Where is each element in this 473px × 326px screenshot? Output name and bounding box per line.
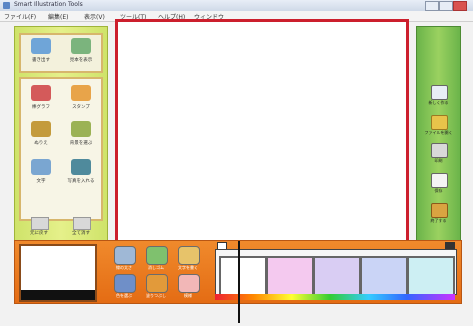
tool-group-main: 棒グラフ スタンプ ぬりえ 背景を選ぶ 文字 写真を入れる bbox=[19, 77, 103, 221]
tool-label: 棒グラフ bbox=[32, 105, 50, 110]
menu-item-edit[interactable]: 編集(E) bbox=[48, 12, 68, 21]
undo-button[interactable]: 元に戻す bbox=[25, 217, 53, 239]
right-action-panel: 新しく作る ファイルを開く 印刷 保存 終了する bbox=[416, 26, 461, 242]
close-button[interactable] bbox=[453, 1, 467, 11]
color-tool-button[interactable]: 色を選ぶ bbox=[111, 274, 137, 300]
printer-icon bbox=[431, 143, 448, 158]
tool-button-6[interactable]: 背景を選ぶ bbox=[62, 119, 100, 151]
print-button[interactable]: 印刷 bbox=[421, 143, 456, 167]
people-icon bbox=[71, 85, 91, 101]
thumbnail-cyan[interactable] bbox=[407, 256, 455, 297]
pen-icon bbox=[114, 246, 136, 265]
pen-tool-button[interactable]: 線の太さ bbox=[111, 246, 137, 272]
save-label: 保存 bbox=[434, 188, 443, 193]
menu-item-view[interactable]: 表示(V) bbox=[84, 12, 105, 21]
clear-icon bbox=[73, 217, 91, 230]
fill-tool-button[interactable]: 塗りつぶし bbox=[143, 274, 169, 300]
tool-label: 文字を書く bbox=[178, 265, 198, 270]
face-icon bbox=[178, 246, 200, 265]
undo-icon bbox=[31, 217, 49, 230]
print-label: 印刷 bbox=[434, 158, 443, 163]
tool-label: 線の太さ bbox=[116, 265, 132, 270]
maximize-button[interactable] bbox=[439, 1, 453, 11]
door-icon bbox=[431, 203, 448, 218]
background-thumbnail-strip bbox=[215, 249, 457, 297]
thumbnail-pink[interactable] bbox=[266, 256, 314, 297]
tool-button-5[interactable]: ぬりえ bbox=[22, 119, 60, 151]
tool-label: 消しゴム bbox=[148, 265, 164, 270]
tool-label: ぬりえ bbox=[34, 141, 48, 146]
color-spectrum-bar[interactable] bbox=[215, 294, 455, 300]
pattern-tool-button[interactable]: 模様 bbox=[175, 274, 201, 300]
minimize-button[interactable] bbox=[425, 1, 439, 11]
preview-pane bbox=[19, 244, 97, 302]
mouse-pointer-line bbox=[238, 241, 240, 323]
exit-label: 終了する bbox=[430, 218, 447, 223]
exit-button[interactable]: 終了する bbox=[421, 203, 456, 227]
thumbnail-white[interactable] bbox=[219, 256, 267, 297]
tool-button-3[interactable]: 棒グラフ bbox=[22, 83, 60, 115]
tool-label: 色を選ぶ bbox=[116, 293, 132, 298]
figure-icon bbox=[71, 121, 91, 137]
tool-label: 書き出す bbox=[32, 58, 50, 63]
brush-icon bbox=[31, 121, 51, 137]
tool-label: 写真を入れる bbox=[67, 179, 95, 184]
tool-group-top: 書き出す 見本を表示 bbox=[19, 33, 103, 73]
new-button[interactable]: 新しく作る bbox=[421, 85, 456, 109]
monitor-icon bbox=[431, 85, 448, 100]
window-title: Smart Illustration Tools bbox=[14, 1, 83, 8]
thumbnail-lilac[interactable] bbox=[313, 256, 361, 297]
undo-label: 元に戻す bbox=[30, 231, 48, 236]
clear-button[interactable]: 全て消す bbox=[67, 217, 95, 239]
tool-label: 塗りつぶし bbox=[145, 293, 167, 298]
menu-item-file[interactable]: ファイル(F) bbox=[4, 12, 36, 21]
thumbnail-blue[interactable] bbox=[360, 256, 408, 297]
new-label: 新しく作る bbox=[428, 100, 449, 105]
picture-icon bbox=[31, 38, 51, 54]
bars-icon bbox=[31, 85, 51, 101]
tool-label: 文字 bbox=[36, 179, 46, 184]
app-icon bbox=[3, 2, 10, 9]
folder-icon bbox=[431, 115, 448, 130]
tool-button-7[interactable]: 文字 bbox=[22, 157, 60, 189]
tool-label: 見本を表示 bbox=[69, 58, 93, 63]
tool-button-1[interactable]: 書き出す bbox=[22, 36, 60, 68]
document-icon bbox=[431, 173, 448, 188]
save-button[interactable]: 保存 bbox=[421, 173, 456, 197]
card-icon bbox=[178, 274, 200, 293]
preview-strip bbox=[21, 290, 95, 300]
text-tool-button[interactable]: 文字を書く bbox=[175, 246, 201, 272]
tool-button-4[interactable]: スタンプ bbox=[62, 83, 100, 115]
eraser-tool-button[interactable]: 消しゴム bbox=[143, 246, 169, 272]
drawing-canvas[interactable] bbox=[115, 19, 409, 245]
tool-label: 背景を選ぶ bbox=[69, 141, 93, 146]
earth-icon bbox=[114, 274, 136, 293]
shapes-icon bbox=[31, 159, 51, 175]
tool-button-2[interactable]: 見本を表示 bbox=[62, 36, 100, 68]
clear-label: 全て消す bbox=[72, 231, 90, 236]
globe-icon bbox=[146, 274, 168, 293]
open-label: ファイルを開く bbox=[424, 130, 453, 135]
photo-icon bbox=[71, 159, 91, 175]
tool-label: 模様 bbox=[184, 293, 192, 298]
left-tool-panel: 書き出す 見本を表示 棒グラフ スタンプ ぬりえ 背景を選ぶ 文字 写真を入れる… bbox=[14, 26, 108, 242]
open-button[interactable]: ファイルを開く bbox=[421, 115, 456, 139]
tool-label: スタンプ bbox=[72, 105, 90, 110]
landscape-icon bbox=[71, 38, 91, 54]
tool-button-8[interactable]: 写真を入れる bbox=[62, 157, 100, 189]
disk-icon bbox=[146, 246, 168, 265]
